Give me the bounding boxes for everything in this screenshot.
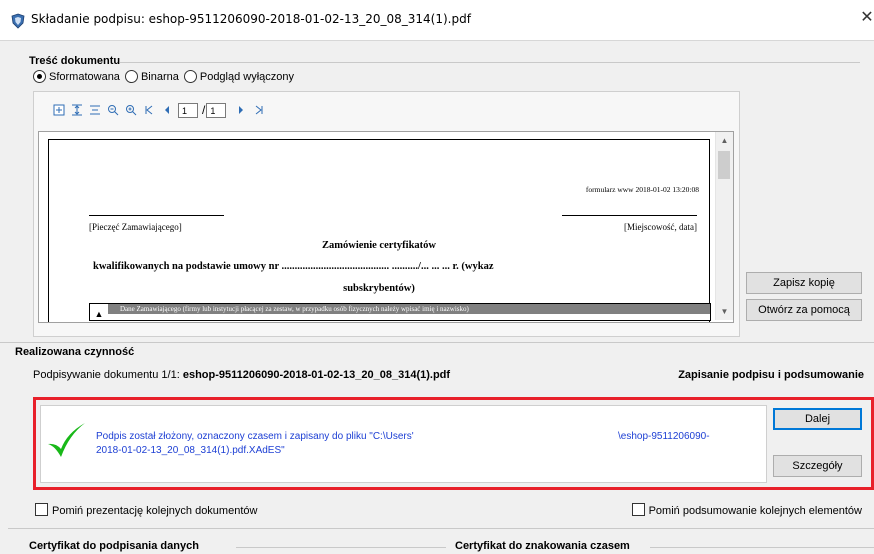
- skip-presentation-checkbox[interactable]: Pomiń prezentację kolejnych dokumentów: [35, 503, 257, 517]
- prev-page-icon[interactable]: [160, 103, 174, 117]
- pdf-page: formularz www 2018-01-02 13:20:08 [Piecz…: [48, 139, 711, 322]
- next-page-icon[interactable]: [234, 103, 248, 117]
- page-total-field: 1: [206, 102, 227, 118]
- app-shield-icon: [11, 13, 25, 29]
- close-icon[interactable]: ✕: [860, 8, 874, 28]
- view-mode-radios: Sformatowana Binarna Podgląd wyłączony: [33, 70, 294, 83]
- action-group-title: Realizowana czynność: [15, 346, 135, 358]
- zoom-in-icon[interactable]: [124, 103, 138, 117]
- scroll-up-icon[interactable]: ▲: [716, 132, 733, 149]
- doc-heading-2: kwalifikowanych na podstawie umowy nr ..…: [93, 261, 494, 272]
- doc-table: ▲ Dane Zamawiającego (firmy lub instytuc…: [89, 303, 711, 321]
- skip-summary-checkbox[interactable]: Pomiń podsumowanie kolejnych elementów: [631, 503, 862, 517]
- fit-page-icon[interactable]: [52, 103, 66, 117]
- save-copy-button[interactable]: Zapisz kopię: [746, 272, 862, 294]
- fit-width-icon[interactable]: [70, 103, 84, 117]
- stamp-label: [Pieczęć Zamawiającego]: [89, 222, 182, 232]
- radio-formatted[interactable]: Sformatowana: [33, 70, 120, 83]
- content-group-title: Treść dokumentu: [29, 55, 121, 67]
- checkbox-box[interactable]: [631, 503, 645, 516]
- last-page-icon[interactable]: [252, 103, 266, 117]
- stage-label: Zapisanie podpisu i podsumowanie: [678, 369, 864, 381]
- page-separator: /: [202, 103, 206, 117]
- cert-sign-title: Certyfikat do podpisania danych: [29, 540, 199, 552]
- radio-circle[interactable]: [124, 70, 138, 83]
- place-line: [562, 215, 697, 216]
- radio-circle[interactable]: [33, 70, 46, 83]
- group-line: [650, 547, 874, 548]
- viewer-toolbar: 1 / 1: [52, 98, 270, 122]
- highlight-frame: [33, 397, 874, 490]
- cert-timestamp-title: Certyfikat do znakowania czasem: [455, 540, 630, 552]
- window-title: Składanie podpisu: eshop-9511206090-2018…: [31, 12, 471, 26]
- scroll-thumb[interactable]: [718, 151, 730, 179]
- doc-heading-1: Zamówienie certyfikatów: [321, 240, 436, 251]
- table-marker: ▲: [94, 309, 104, 319]
- title-bar: Składanie podpisu: eshop-9511206090-2018…: [0, 0, 874, 41]
- zoom-out-icon[interactable]: [106, 103, 120, 117]
- first-page-icon[interactable]: [142, 103, 156, 117]
- section-separator: [0, 342, 874, 343]
- signing-file: eshop-9511206090-2018-01-02-13_20_08_314…: [182, 369, 451, 381]
- radio-binary[interactable]: Binarna: [124, 70, 179, 83]
- open-with-button[interactable]: Otwórz za pomocą: [746, 299, 862, 321]
- checkbox-box[interactable]: [35, 503, 48, 516]
- scroll-down-icon[interactable]: ▼: [716, 303, 733, 320]
- document-preview[interactable]: formularz www 2018-01-02 13:20:08 [Piecz…: [38, 131, 734, 323]
- radio-circle[interactable]: [183, 70, 197, 83]
- signing-progress: Podpisywanie dokumentu 1/1: eshop-951120…: [33, 369, 451, 381]
- form-timestamp: formularz www 2018-01-02 13:20:08: [585, 185, 699, 194]
- fit-height-icon[interactable]: [88, 103, 102, 117]
- doc-heading-3: subskrybentów): [343, 283, 415, 294]
- stamp-line: [89, 215, 224, 216]
- place-label: [Miejscowość, data]: [624, 222, 697, 232]
- group-line: [236, 547, 446, 548]
- vertical-scrollbar[interactable]: ▲ ▼: [715, 132, 733, 320]
- radio-preview-off[interactable]: Podgląd wyłączony: [183, 70, 294, 83]
- group-separator: [120, 62, 860, 63]
- page-current-input[interactable]: 1: [178, 102, 198, 118]
- table-header-bar: Dane Zamawiającego (firmy lub instytucji…: [108, 304, 710, 314]
- bottom-separator: [8, 528, 874, 529]
